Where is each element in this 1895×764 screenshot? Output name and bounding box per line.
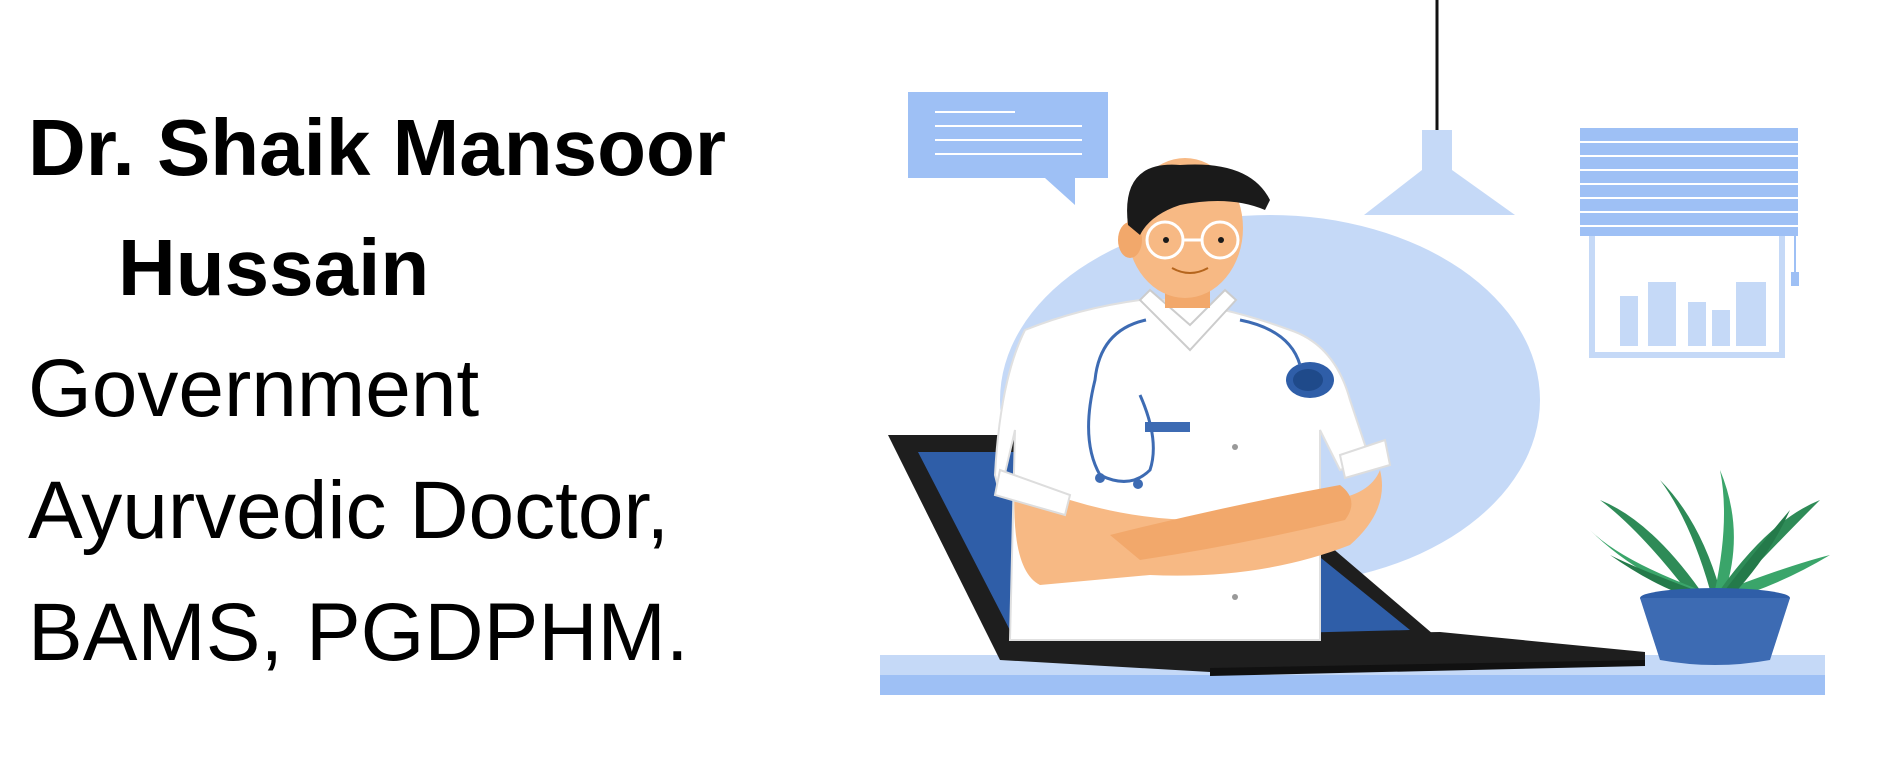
page: Dr. Shaik Mansoor Hussain Government Ayu… (0, 0, 1895, 764)
speech-bubble-icon (908, 92, 1108, 205)
doctor-name-line-1: Dr. Shaik Mansoor (28, 103, 726, 192)
desk-edge (880, 675, 1825, 695)
doctor-illustration (880, 0, 1830, 695)
hanging-lamp-icon (1364, 0, 1515, 215)
doctor-title-line-2: Ayurvedic Doctor, (28, 465, 670, 556)
doctor-credentials: BAMS, PGDPHM. (28, 587, 689, 678)
window-chart-icon (1580, 128, 1799, 358)
doctor-title-line-1: Government (28, 343, 480, 434)
profile-text: Dr. Shaik Mansoor Hussain Government Ayu… (28, 88, 726, 694)
doctor-name-line-2: Hussain (118, 223, 430, 312)
potted-plant-icon (1590, 470, 1830, 665)
